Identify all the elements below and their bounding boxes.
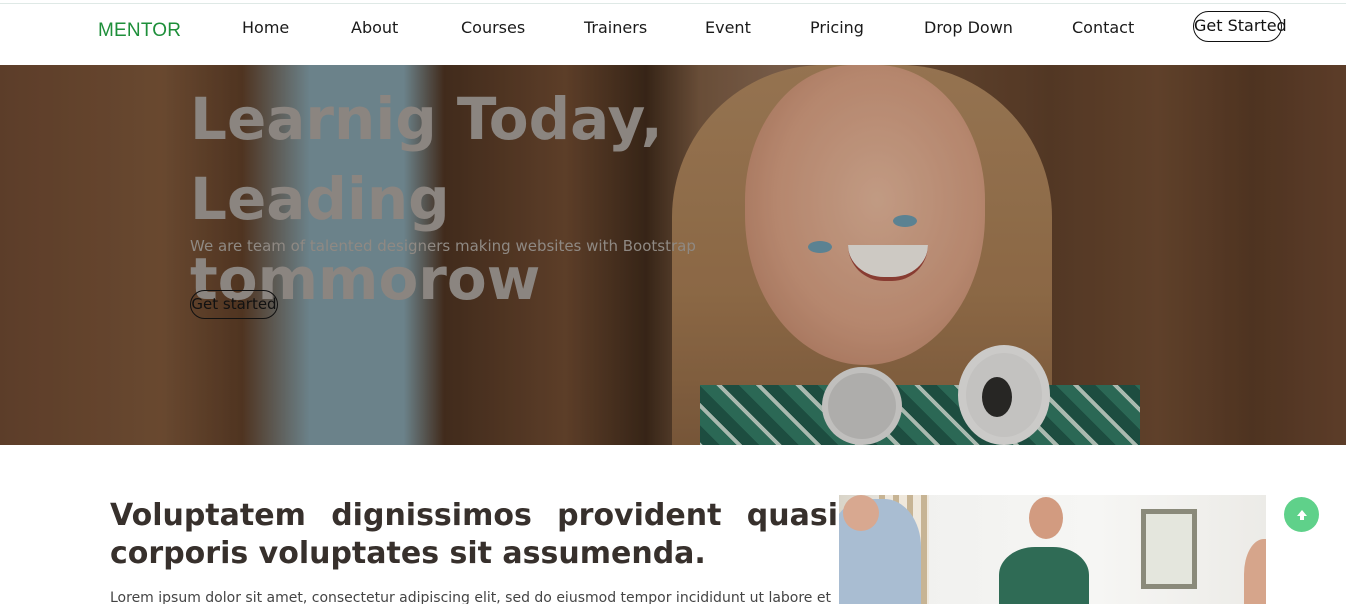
- nav-courses[interactable]: Courses: [461, 18, 525, 37]
- site-header: MENTOR Home About Courses Trainers Event…: [0, 5, 1346, 65]
- about-paragraph: Lorem ipsum dolor sit amet, consectetur …: [110, 590, 831, 604]
- top-border: [0, 0, 1346, 4]
- nav-home[interactable]: Home: [242, 18, 289, 37]
- nav-trainers[interactable]: Trainers: [584, 18, 647, 37]
- about-heading: Voluptatem dignissimos provident quasi c…: [110, 498, 838, 571]
- hero-title: Learnig Today, Leading tommorow: [190, 79, 790, 319]
- nav-event[interactable]: Event: [705, 18, 751, 37]
- nav-about[interactable]: About: [351, 18, 398, 37]
- hero-tagline: We are team of talented designers making…: [190, 237, 696, 255]
- nav-contact[interactable]: Contact: [1072, 18, 1134, 37]
- picture-frame-icon: [1141, 509, 1197, 589]
- hero-section: Learnig Today, Leading tommorow We are t…: [0, 65, 1346, 445]
- get-started-button[interactable]: Get Started: [1193, 11, 1287, 42]
- brand-logo[interactable]: MENTOR: [98, 20, 181, 42]
- nav-drop-down[interactable]: Drop Down: [924, 18, 1013, 37]
- back-to-top-button[interactable]: [1284, 497, 1319, 532]
- nav-pricing[interactable]: Pricing: [810, 18, 864, 37]
- about-image: [839, 495, 1266, 604]
- arrow-up-icon: [1296, 509, 1307, 520]
- hero-get-started-button[interactable]: Get started: [190, 290, 278, 319]
- hero-title-line-1: Learnig Today,: [190, 85, 663, 153]
